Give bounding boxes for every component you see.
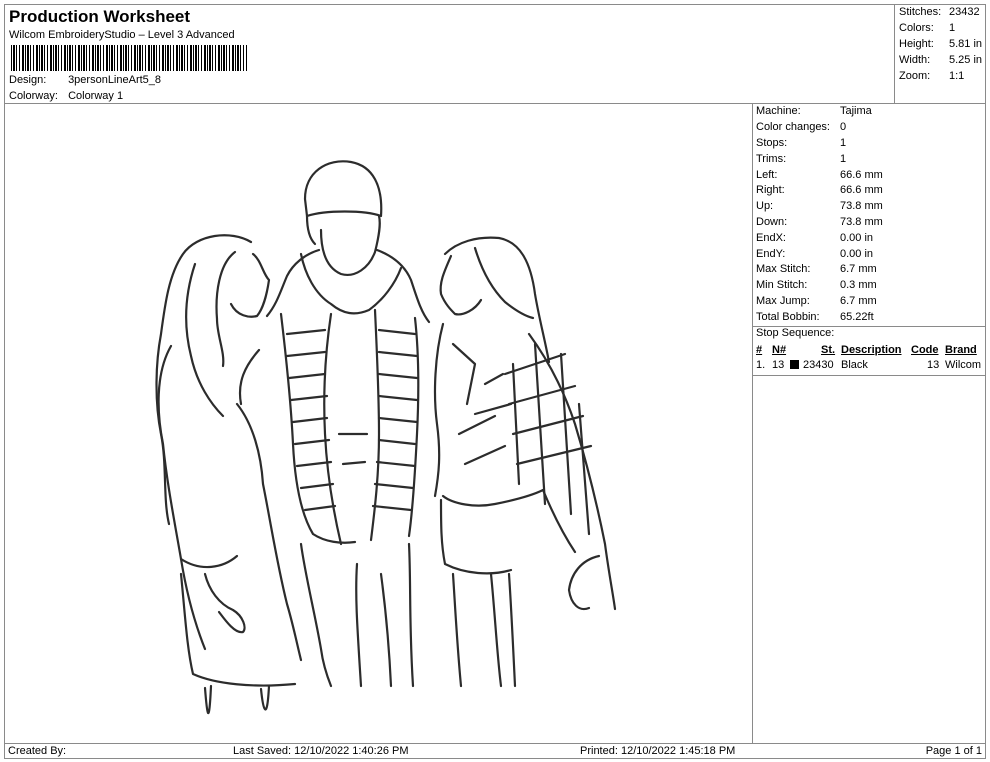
worksheet-header: Production Worksheet Wilcom EmbroiderySt… — [4, 4, 895, 104]
stops-row: Stops: 1 — [756, 137, 847, 149]
col-header-code: Code — [911, 344, 939, 356]
down-row: Down: 73.8 mm — [756, 216, 883, 228]
col-header-stitches: St. — [821, 344, 836, 356]
row-code: 13 — [927, 359, 940, 371]
total-bobbin-row: Total Bobbin: 65.22ft — [756, 311, 874, 323]
page-title: Production Worksheet — [9, 7, 191, 26]
man-hood — [299, 252, 403, 315]
col-header-number: # — [756, 344, 763, 356]
col-header-needle: N# — [772, 344, 787, 356]
woman-right-face — [439, 254, 483, 316]
height-row: Height: 5.81 in — [899, 38, 983, 50]
left-row: Left: 66.6 mm — [756, 169, 883, 181]
row-needle: 13 — [772, 359, 785, 371]
design-label: Design: — [9, 74, 47, 86]
row-description: Black — [841, 359, 868, 371]
width-row: Width: 5.25 in — [899, 54, 983, 66]
color-swatch — [790, 360, 799, 369]
right-row: Right: 66.6 mm — [756, 184, 883, 196]
row-brand: Wilcom — [945, 359, 982, 371]
max-jump-row: Max Jump: 6.7 mm — [756, 295, 877, 307]
stop-sequence-title: Stop Sequence: — [756, 327, 835, 339]
color-changes-row: Color changes: 0 — [756, 121, 847, 133]
printed-date: Printed: 12/10/2022 1:45:18 PM — [580, 745, 736, 757]
machine-row: Machine: Tajima — [756, 105, 872, 117]
software-name: Wilcom EmbroideryStudio – Level 3 Advanc… — [9, 29, 235, 41]
design-value: 3personLineArt5_8 — [68, 74, 162, 86]
woman-right-hair — [443, 236, 551, 364]
endx-row: EndX: 0.00 in — [756, 232, 874, 244]
stitches-row: Stitches: 23432 — [899, 6, 980, 18]
woman-left-hair-outer — [155, 234, 253, 526]
colorway-value: Colorway 1 — [68, 90, 124, 102]
created-by: Created By: — [8, 745, 67, 757]
woman-right-shorts — [439, 498, 513, 575]
barcode — [11, 45, 247, 71]
last-saved: Last Saved: 12/10/2022 1:40:26 PM — [233, 745, 409, 757]
colors-row: Colors: 1 — [899, 22, 956, 34]
worksheet-footer: Created By: Last Saved: 12/10/2022 1:40:… — [4, 743, 986, 759]
col-header-description: Description — [841, 344, 902, 356]
zoom-row: Zoom: 1:1 — [899, 70, 965, 82]
design-preview — [4, 103, 753, 744]
row-stitches: 23430 — [803, 359, 834, 371]
jacket-stripes — [285, 328, 419, 512]
woman-left-hand — [203, 572, 246, 634]
design-summary: Stitches: 23432 Colors: 1 Height: 5.81 in W… — [894, 4, 986, 104]
min-stitch-row: Min Stitch: 0.3 mm — [756, 279, 877, 291]
trims-row: Trims: 1 — [756, 153, 847, 165]
max-stitch-row: Max Stitch: 6.7 mm — [756, 263, 877, 275]
embroidery-line-art — [155, 160, 617, 714]
row-number: 1. — [756, 359, 766, 371]
endy-row: EndY: 0.00 in — [756, 248, 874, 260]
design-row: Design: 3personLineArt5_8 — [9, 74, 161, 86]
table-bottom-divider — [753, 375, 985, 376]
woman-right-hand — [567, 554, 601, 611]
machine-info-panel: Machine: Tajima Color changes: 0 Stops: 1 T… — [752, 103, 986, 744]
col-header-brand: Brand — [945, 344, 977, 356]
man-face — [319, 214, 381, 276]
man-beanie — [303, 160, 383, 218]
colorway-row: Colorway: Colorway 1 — [9, 90, 123, 102]
up-row: Up: 73.8 mm — [756, 200, 883, 212]
page-number: Page 1 of 1 — [925, 745, 982, 757]
woman-left-face — [229, 252, 271, 318]
colorway-label: Colorway: — [9, 90, 58, 102]
